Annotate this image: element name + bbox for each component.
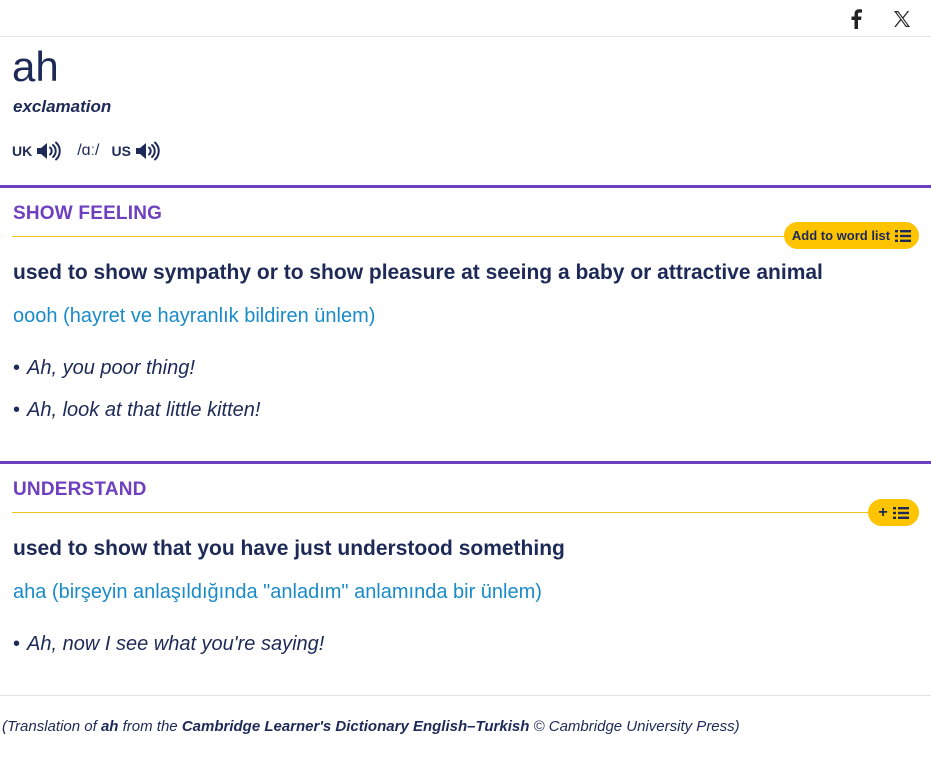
us-label: US: [111, 143, 131, 159]
footer-suffix: © Cambridge University Press): [529, 718, 740, 735]
translation: oooh (hayret ve hayranlık bildiren ünlem…: [13, 305, 376, 327]
example-sentence: • Ah, look at that little kitten!: [13, 399, 261, 421]
example-sentence: • Ah, you poor thing!: [13, 357, 195, 379]
pronunciation-row: UK /ɑː/ US: [12, 139, 160, 163]
part-of-speech: exclamation: [13, 97, 112, 116]
guideword-show-feeling: SHOW FEELING: [13, 203, 163, 224]
uk-label: UK: [12, 143, 33, 159]
example-text: Ah, look at that little kitten!: [27, 399, 261, 421]
add-to-word-list-label: Add to word list: [791, 228, 891, 243]
sense-divider: [0, 461, 931, 464]
share-bar: [0, 0, 931, 37]
sense-underline: [12, 236, 792, 237]
guideword-understand: UNDERSTAND: [13, 479, 147, 500]
example-sentence: • Ah, now I see what you're saying!: [13, 633, 325, 655]
ipa-transcription: /ɑː/: [77, 142, 100, 159]
example-text: Ah, you poor thing!: [27, 357, 195, 379]
add-to-word-list-plus: +: [878, 503, 888, 521]
add-to-word-list-button[interactable]: +: [868, 499, 919, 526]
sense-underline: [12, 512, 872, 513]
translation: aha (birşeyin anlaşıldığında "anladım" a…: [13, 581, 542, 603]
headword: ah: [12, 43, 59, 90]
facebook-icon[interactable]: [849, 9, 863, 29]
definition: used to show that you have just understo…: [13, 537, 565, 560]
footer-source: Cambridge Learner's Dictionary English–T…: [181, 718, 530, 735]
definition: used to show sympathy or to show pleasur…: [13, 261, 823, 284]
x-twitter-icon[interactable]: [893, 10, 911, 28]
source-attribution: (Translation of ah from the Cambridge Le…: [2, 718, 740, 735]
example-text: Ah, now I see what you're saying!: [27, 633, 325, 655]
us-audio-speaker-icon[interactable]: [134, 140, 160, 162]
footer-divider: [0, 695, 931, 696]
footer-word: ah: [100, 718, 119, 735]
footer-mid: from the: [118, 718, 182, 735]
list-icon: [892, 506, 909, 519]
add-to-word-list-button[interactable]: Add to word list: [784, 222, 919, 249]
footer-prefix: (Translation of: [2, 718, 101, 735]
uk-audio-speaker-icon[interactable]: [35, 140, 61, 162]
list-icon: [895, 229, 912, 242]
sense-divider: [0, 185, 931, 188]
